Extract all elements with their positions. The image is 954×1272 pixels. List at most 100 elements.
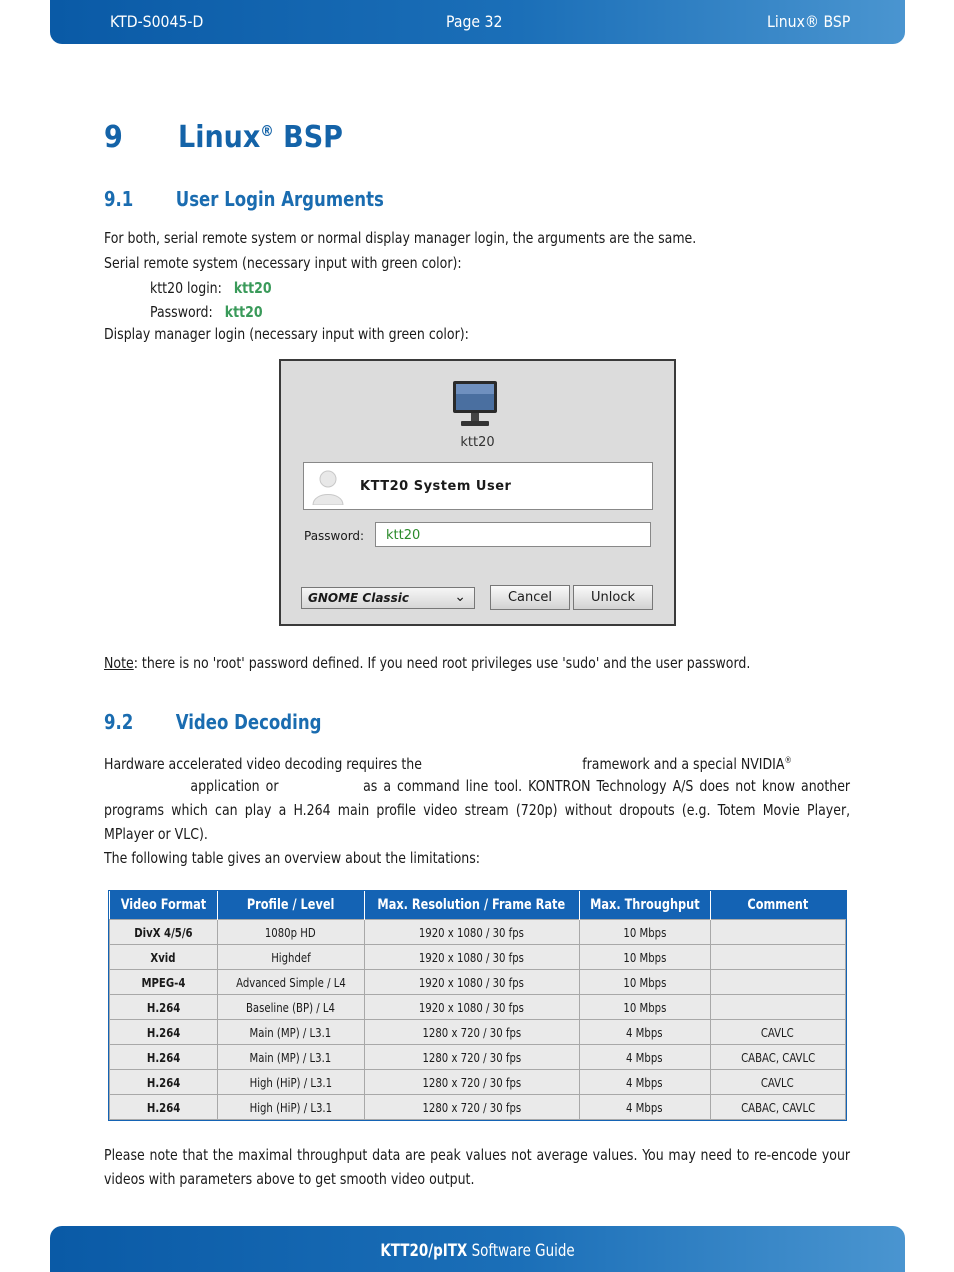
section-title: User Login Arguments [175,187,384,211]
chapter-title-rest: BSP [273,120,343,155]
cancel-button[interactable]: Cancel [490,585,570,610]
cell-comment: CABAC, CAVLC [709,1094,846,1120]
section-number: 9.1 [104,187,134,211]
cell-resolution: 1920 x 1080 / 30 fps [363,969,580,995]
cell-resolution: 1280 x 720 / 30 fps [363,1019,580,1045]
login-dialog-screenshot: ktt20 KTT20 System User Password: ktt20 … [279,359,676,626]
cell-format: Xvid [109,944,218,970]
table-intro: The following table gives an overview ab… [104,849,481,867]
hostname-label: ktt20 [460,435,495,450]
cell-profile: Main (MP) / L3.1 [216,1019,365,1045]
note-label: Note [104,654,134,672]
chapter-number: 9 [104,120,123,155]
intro-paragraph: For both, serial remote system or normal… [104,229,697,247]
cell-throughput: 4 Mbps [578,1019,711,1045]
cell-profile: Advanced Simple / L4 [216,969,365,995]
cell-comment [709,919,846,945]
user-entry[interactable]: KTT20 System User [303,462,653,510]
cell-format: DivX 4/5/6 [109,919,218,945]
col-header: Video Format [109,891,218,920]
page-header: KTD-S0045-D Page 32 Linux® BSP [50,0,905,44]
page-number: Page 32 [446,12,503,31]
chapter-title: Linux [178,120,261,155]
header-section: Linux® BSP [767,12,851,31]
table-row: DivX 4/5/6 1080p HD 1920 x 1080 / 30 fps 10… [109,919,846,945]
table-row: H.264 High (HiP) / L3.1 1280 x 720 / 30 fp… [109,1094,846,1120]
cell-comment [709,994,846,1020]
cell-resolution: 1920 x 1080 / 30 fps [363,994,580,1020]
video-para-body: application or as a command line tool. KO… [104,774,850,846]
serial-password-line: Password: ktt20 [150,300,896,324]
user-avatar-icon [312,470,344,505]
cell-throughput: 10 Mbps [578,944,711,970]
serial-login-line: ktt20 login: ktt20 [150,276,896,300]
cell-format: MPEG-4 [109,969,218,995]
cell-resolution: 1280 x 720 / 30 fps [363,1044,580,1070]
cell-format: H.264 [109,1069,218,1095]
section-title: Video Decoding [175,710,322,734]
cell-throughput: 10 Mbps [578,994,711,1020]
display-intro: Display manager login (necessary input w… [104,325,469,343]
video-format-table: Video Format Profile / Level Max. Resolu… [108,890,847,1121]
guide-label: Software Guide [467,1241,575,1261]
password-value: ktt20 [224,303,263,321]
video-para-line1: Hardware accelerated video decoding requ… [104,749,850,776]
table-row: Xvid Highdef 1920 x 1080 / 30 fps 10 Mbps [109,944,846,970]
section-heading-9-2: 9.2 Video Decoding [104,710,321,734]
cell-resolution: 1920 x 1080 / 30 fps [363,919,580,945]
login-label: ktt20 login: [150,279,222,297]
para-text: application or [190,777,279,795]
cell-throughput: 4 Mbps [578,1069,711,1095]
cell-comment: CABAC, CAVLC [709,1044,846,1070]
cell-comment: CAVLC [709,1019,846,1045]
note-paragraph: Note: there is no 'root' password define… [104,651,850,675]
table-header-row: Video Format Profile / Level Max. Resolu… [109,891,846,920]
cell-format: H.264 [109,1044,218,1070]
para-text: Hardware accelerated video decoding requ… [104,755,422,774]
product-name: KTT20/pITX [380,1241,468,1261]
section-heading-9-1: 9.1 User Login Arguments [104,187,384,211]
cell-comment [709,969,846,995]
session-select[interactable]: GNOME Classic ⌄ [301,587,475,609]
para-text: framework and a special NVIDIA [582,755,785,774]
cell-throughput: 4 Mbps [578,1044,711,1070]
cell-profile: High (HiP) / L3.1 [216,1094,365,1120]
table-row: MPEG-4 Advanced Simple / L4 1920 x 1080 / … [109,969,846,995]
login-value: ktt20 [233,279,272,297]
cell-throughput: 4 Mbps [578,1094,711,1120]
col-header: Max. Resolution / Frame Rate [364,891,580,920]
cell-profile: Highdef [216,944,365,970]
cell-profile: Baseline (BP) / L4 [216,994,365,1020]
registered-mark: ® [784,756,792,766]
cell-throughput: 10 Mbps [578,969,711,995]
cell-comment [709,944,846,970]
chevron-down-icon: ⌄ [454,589,466,605]
registered-mark: ® [260,122,274,140]
cell-profile: 1080p HD [216,919,365,945]
table-row: H.264 Baseline (BP) / L4 1920 x 1080 / 30 … [109,994,846,1020]
table-row: H.264 High (HiP) / L3.1 1280 x 720 / 30 fp… [109,1069,846,1095]
col-header: Profile / Level [217,891,365,920]
serial-intro: Serial remote system (necessary input wi… [104,254,462,272]
table-row: H.264 Main (MP) / L3.1 1280 x 720 / 30 fps… [109,1019,846,1045]
footer-text: KTT20/pITX Software Guide [101,1241,853,1261]
cell-resolution: 1920 x 1080 / 30 fps [363,944,580,970]
page-footer: KTT20/pITX Software Guide [50,1226,905,1272]
col-header: Comment [710,891,846,920]
closing-paragraph: Please note that the maximal throughput … [104,1146,851,1188]
cell-resolution: 1280 x 720 / 30 fps [363,1094,580,1120]
unlock-button[interactable]: Unlock [573,585,653,610]
cell-throughput: 10 Mbps [578,919,711,945]
cell-resolution: 1280 x 720 / 30 fps [363,1069,580,1095]
password-label: Password: [150,303,213,321]
cell-format: H.264 [109,1094,218,1120]
section-number: 9.2 [104,710,134,734]
doc-id: KTD-S0045-D [110,12,204,31]
cell-profile: Main (MP) / L3.1 [216,1044,365,1070]
password-field-label: Password: [304,529,365,543]
note-text: : there is no 'root' password defined. I… [133,654,751,672]
chapter-heading: 9 Linux® BSP [104,120,343,155]
computer-monitor-icon [453,381,497,426]
password-input[interactable]: ktt20 [375,522,651,547]
session-value: GNOME Classic [308,591,409,605]
